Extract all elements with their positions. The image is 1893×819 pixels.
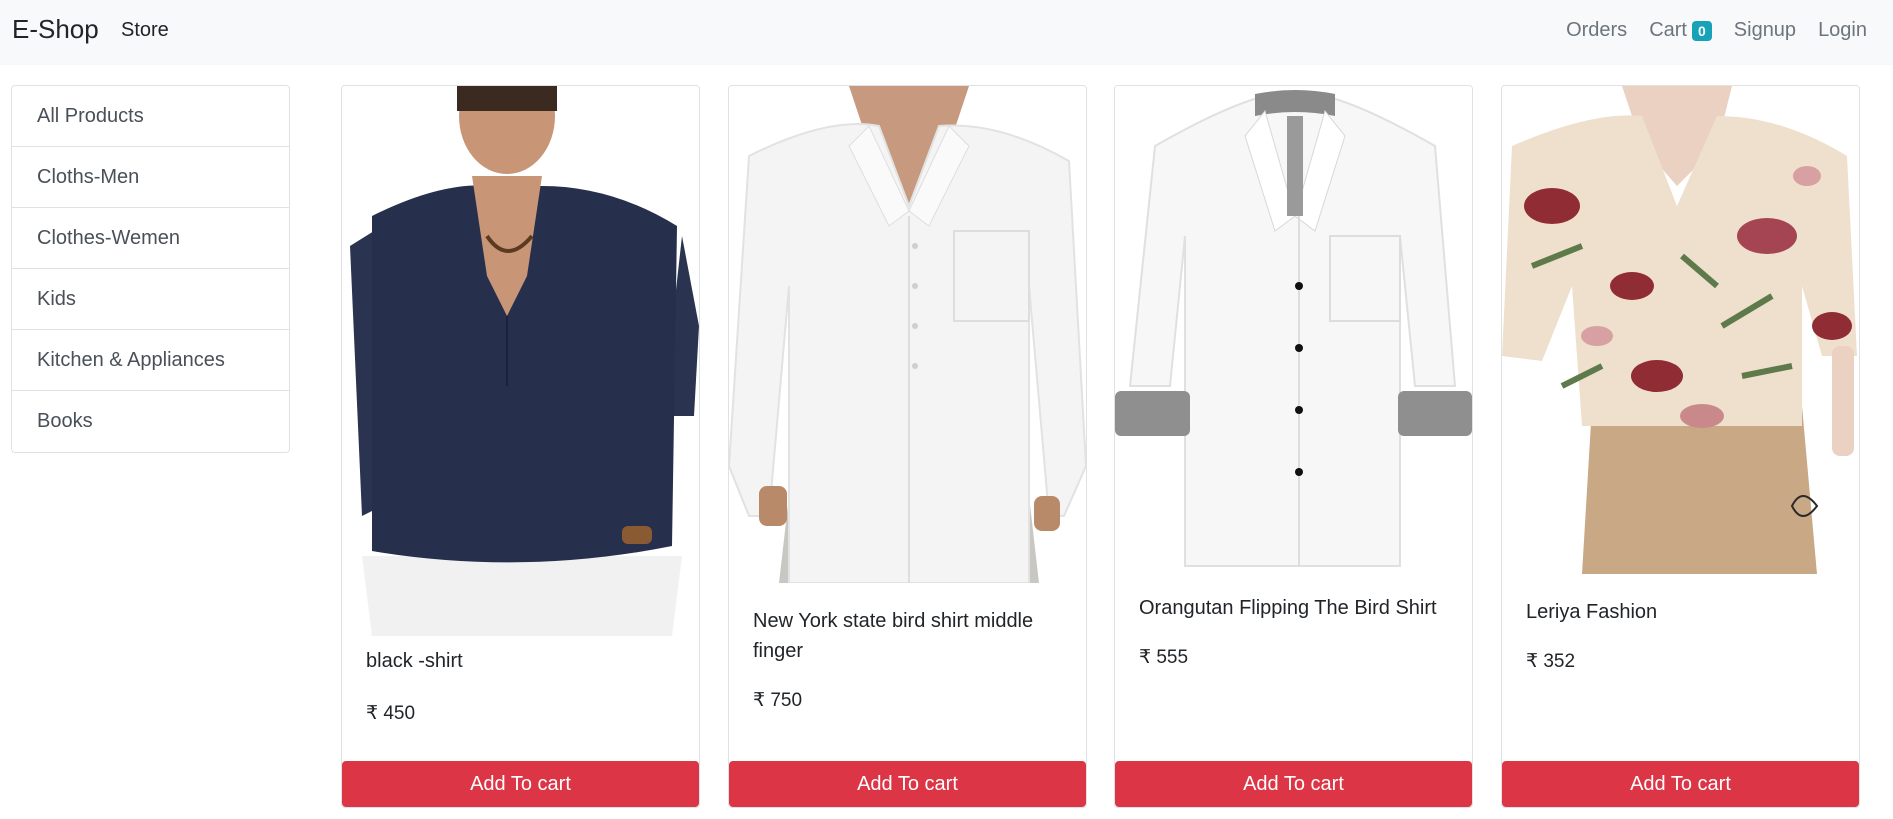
category-item-clothes-wemen[interactable]: Clothes-Wemen [12,208,289,269]
category-item-kitchen-appliances[interactable]: Kitchen & Appliances [12,330,289,391]
navbar: E-Shop Store Orders Cart 0 Signup Login [0,0,1893,65]
product-image-navy-henley-shirt[interactable] [342,86,699,636]
add-to-cart-button[interactable]: Add To cart [1115,761,1472,807]
product-price: ₹ 352 [1526,651,1576,672]
brand-logo[interactable]: E-Shop [12,14,99,45]
add-to-cart-button[interactable]: Add To cart [1502,761,1859,807]
product-name[interactable]: New York state bird shirt middle finger [753,606,1063,666]
product-price: ₹ 450 [366,703,416,724]
product-name[interactable]: Orangutan Flipping The Bird Shirt [1139,593,1449,623]
add-to-cart-button[interactable]: Add To cart [729,761,1086,807]
nav-signup-link[interactable]: Signup [1734,19,1796,42]
product-card: New York state bird shirt middle finger … [728,85,1087,808]
product-name[interactable]: black -shirt [366,646,676,676]
product-image-white-shirt[interactable] [729,86,1086,583]
category-item-all-products[interactable]: All Products [12,86,289,147]
category-list: All Products Cloths-Men Clothes-Wemen Ki… [11,85,290,453]
category-item-kids[interactable]: Kids [12,269,289,330]
nav-cart-link[interactable]: Cart 0 [1649,19,1712,42]
category-item-books[interactable]: Books [12,391,289,452]
cart-count-badge: 0 [1691,20,1712,41]
product-price: ₹ 750 [753,690,803,711]
cart-label: Cart [1649,19,1687,41]
product-name[interactable]: Leriya Fashion [1526,597,1836,627]
add-to-cart-button[interactable]: Add To cart [342,761,699,807]
nav-orders-link[interactable]: Orders [1566,19,1627,42]
nav-store-link[interactable]: Store [121,19,169,42]
product-image-white-dress-shirt[interactable] [1115,86,1472,570]
product-price: ₹ 555 [1139,647,1189,668]
nav-login-link[interactable]: Login [1818,19,1867,42]
product-card: black -shirt ₹ 450 Add To cart [341,85,700,808]
nav-right-links: Orders Cart 0 Signup Login [1566,19,1867,42]
category-item-cloths-men[interactable]: Cloths-Men [12,147,289,208]
product-image-floral-blouse[interactable] [1502,86,1859,574]
product-card: Leriya Fashion ₹ 352 Add To cart [1501,85,1860,808]
product-card: Orangutan Flipping The Bird Shirt ₹ 555 … [1114,85,1473,808]
